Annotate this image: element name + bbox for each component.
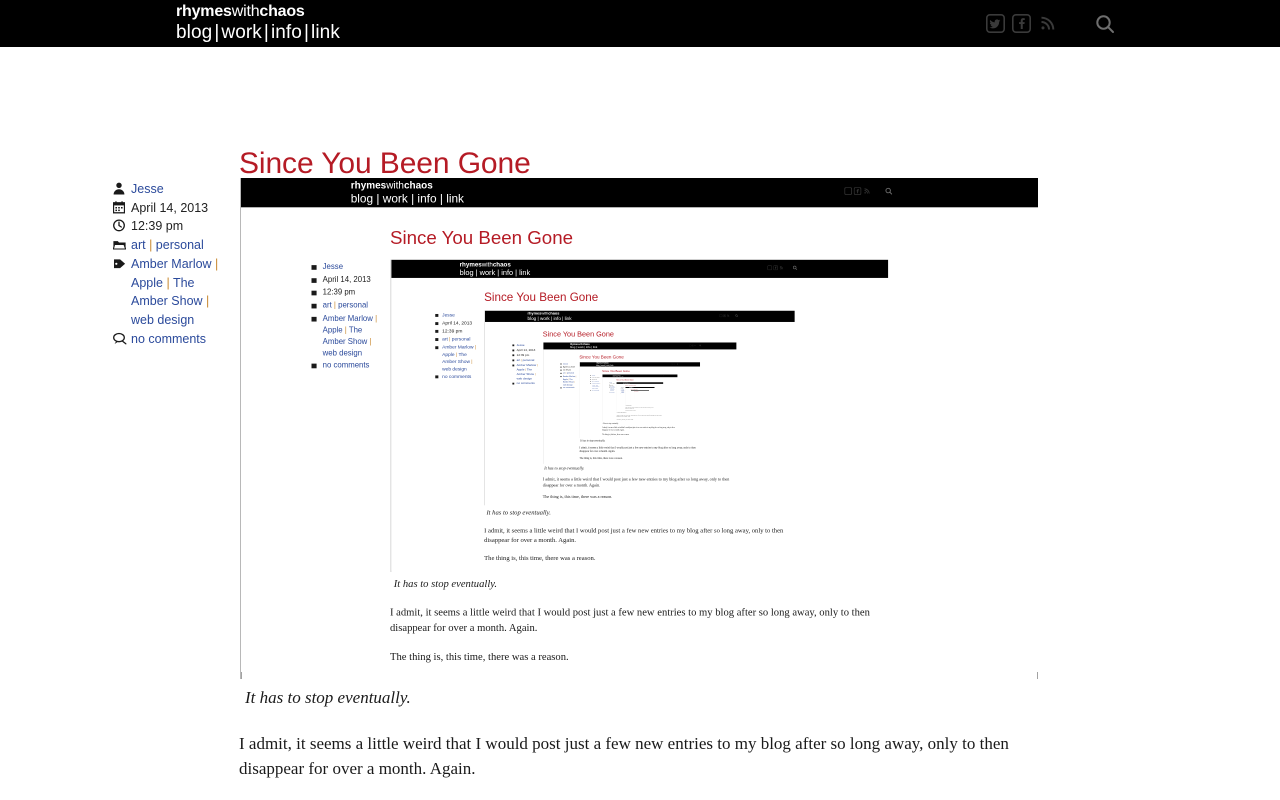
- facebook-icon[interactable]: [1010, 13, 1032, 35]
- meta-separator: |: [162, 275, 173, 290]
- nav-separator: |: [303, 22, 310, 43]
- site-logo[interactable]: rhymeswithchaos: [176, 4, 340, 20]
- logo-part-chaos: chaos: [259, 3, 305, 20]
- meta-comments-row: no comments: [113, 330, 233, 349]
- recursion-level-6: rhymeswithchaos blog | work | info | link…: [602, 374, 678, 422]
- recursion-level-1: rhymeswithchaos blog | work | info | link…: [241, 178, 1038, 677]
- embedded-recursive-screenshot[interactable]: rhymeswithchaos blog | work | info | link…: [240, 178, 1038, 679]
- page-content: Since You Been Gone Jesse April 14, 2013…: [0, 47, 1280, 800]
- recursion-level-4: rhymeswithchaos blog | work | info | link…: [543, 342, 737, 464]
- recursion-level-3: rhymeswithchaos blog | work | info | link…: [484, 310, 795, 505]
- meta-tags: Amber Marlow | Apple | The Amber Show | …: [131, 255, 233, 330]
- person-icon: [113, 180, 127, 195]
- meta-author-row: Jesse: [113, 180, 233, 199]
- meta-separator: |: [211, 256, 219, 271]
- calendar-icon: [113, 199, 127, 214]
- post-paragraph: I admit, it seems a little weird that I …: [239, 734, 1009, 778]
- post-body: It has to stop eventually. I admit, it s…: [239, 685, 1039, 800]
- logo-part-with: with: [231, 3, 260, 20]
- meta-comments: no comments: [131, 330, 206, 349]
- twitter-icon[interactable]: [984, 13, 1006, 35]
- nav-separator: |: [214, 22, 220, 43]
- author-link[interactable]: Jesse: [131, 182, 164, 196]
- nav-item-work[interactable]: work: [221, 22, 262, 43]
- tag-icon: [113, 255, 127, 270]
- screenshot-corner-tick-right: [1037, 672, 1038, 679]
- meta-time: 12:39 pm: [131, 219, 184, 234]
- nav-item-link[interactable]: link: [311, 22, 340, 43]
- page-title: Since You Been Gone: [239, 147, 531, 181]
- search-icon[interactable]: [1090, 9, 1120, 39]
- recursion-level-2: rhymeswithchaos blog | work | info | link…: [391, 259, 889, 571]
- recursion-level-7: rhymeswithchaos blog | work | info | link…: [616, 382, 664, 412]
- recursion-level-5: rhymeswithchaos blog | work | info | link…: [579, 362, 701, 438]
- site-branding: rhymeswithchaos blog | work | info | link: [176, 4, 340, 43]
- logo-part-rhymes: rhymes: [176, 3, 232, 20]
- main-nav: blog | work | info | link: [176, 23, 340, 42]
- meta-separator: |: [202, 294, 210, 309]
- recursion-level-8: rhymeswithchaos blog | work | info | link…: [625, 386, 655, 406]
- meta-date: April 14, 2013: [131, 200, 209, 215]
- post-meta-sidebar: Jesse April 14, 2013 12:39 pm art | pers…: [113, 180, 233, 348]
- clock-icon: [113, 217, 127, 232]
- comment-bubble-icon: [113, 330, 127, 345]
- meta-link[interactable]: Apple: [131, 276, 163, 290]
- meta-author: Jesse: [131, 180, 164, 199]
- meta-link[interactable]: personal: [156, 238, 204, 252]
- meta-categories-row: art | personal: [113, 236, 233, 255]
- post-paragraph: It has to stop eventually.: [245, 688, 411, 707]
- nav-item-info[interactable]: info: [271, 22, 302, 43]
- meta-categories: art | personal: [131, 236, 204, 255]
- folder-icon: [113, 236, 127, 251]
- nav-item-blog[interactable]: blog: [176, 22, 212, 43]
- meta-tags-row: Amber Marlow | Apple | The Amber Show | …: [113, 255, 233, 330]
- nav-separator: |: [263, 22, 269, 43]
- meta-link[interactable]: Amber Marlow: [131, 257, 212, 271]
- comments-link[interactable]: no comments: [131, 332, 206, 346]
- site-header: rhymeswithchaos blog | work | info | link: [0, 0, 1280, 47]
- rss-icon[interactable]: [1036, 13, 1058, 35]
- meta-separator: |: [145, 238, 156, 253]
- meta-date-row: April 14, 2013: [113, 199, 233, 218]
- meta-link[interactable]: art: [131, 238, 146, 252]
- header-icon-group: [984, 0, 1280, 47]
- recursion-level-9: rhymeswithchaos blog | work | info | link…: [630, 389, 650, 402]
- meta-link[interactable]: web design: [131, 313, 194, 327]
- screenshot-corner-tick-left: [241, 672, 242, 679]
- meta-time-row: 12:39 pm: [113, 217, 233, 236]
